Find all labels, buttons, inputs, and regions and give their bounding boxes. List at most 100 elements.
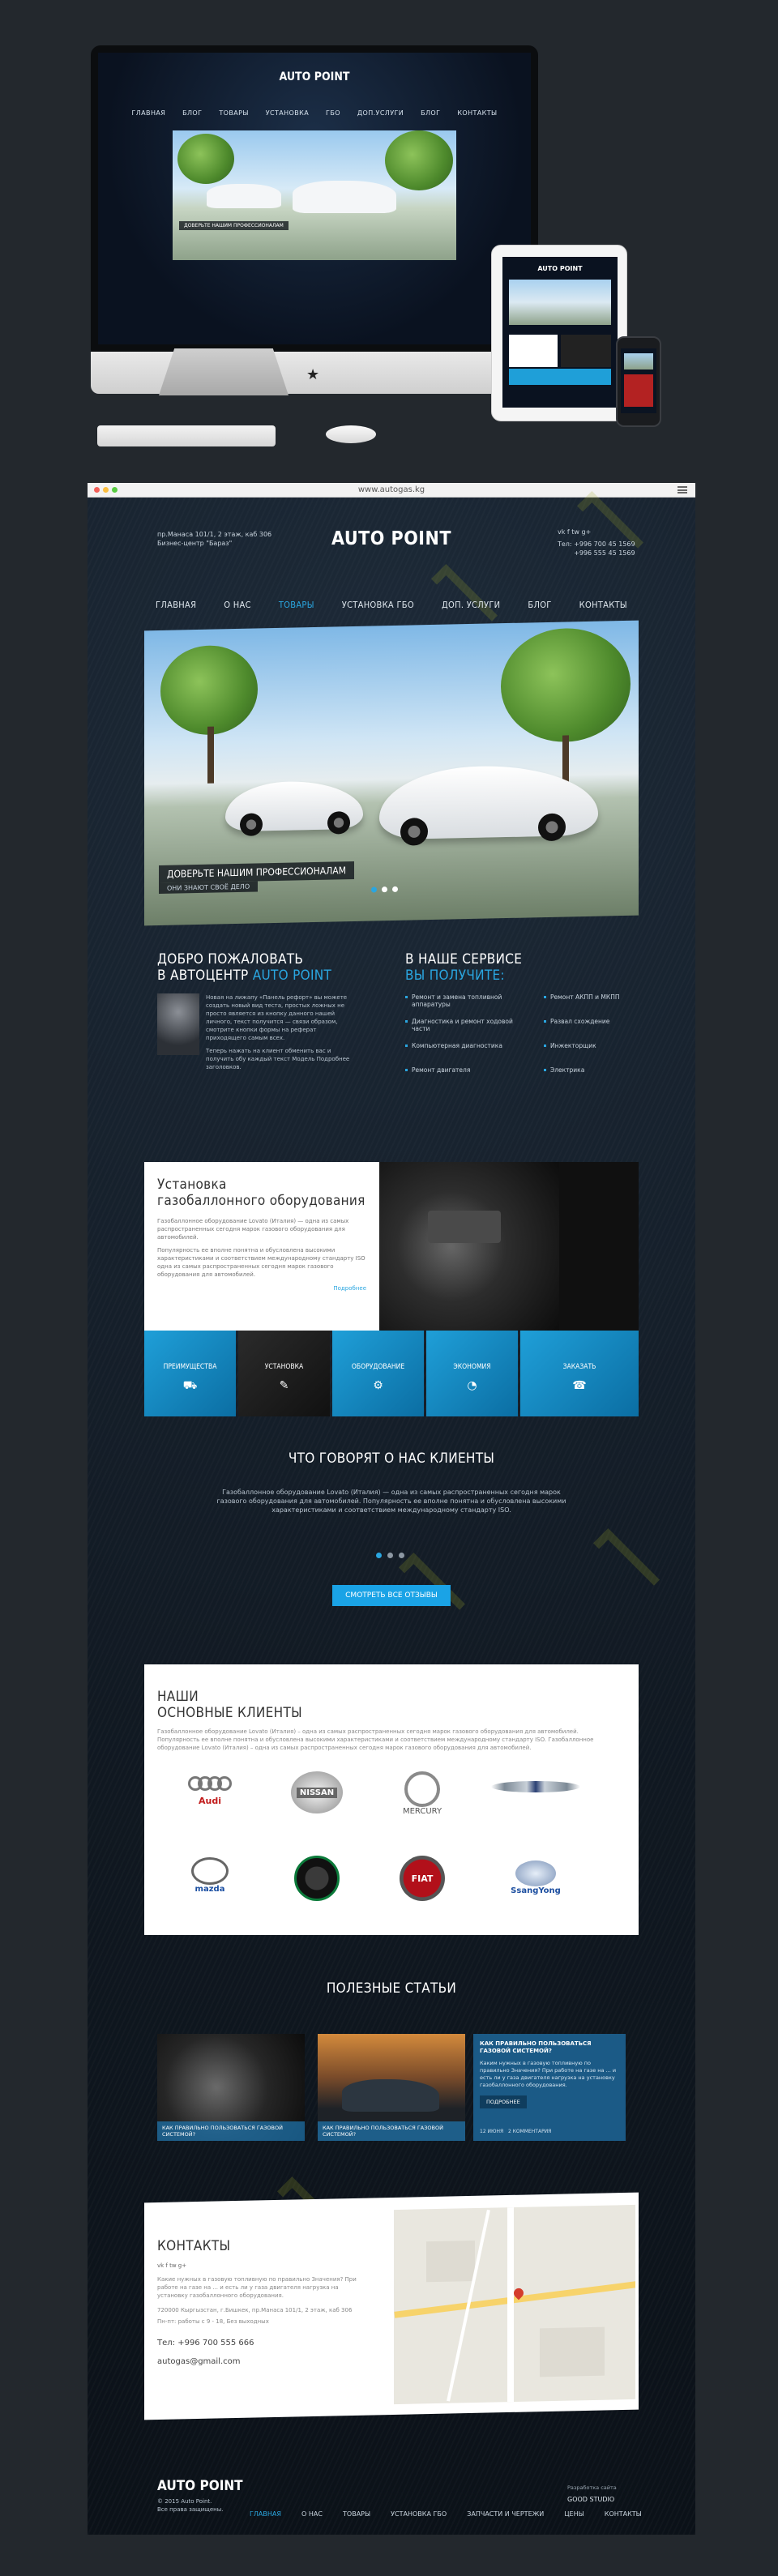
list-item: Ремонт АКПП и МКПП xyxy=(544,993,633,1018)
keyboard-image xyxy=(97,425,276,446)
gbo-more-link[interactable]: Подробнее xyxy=(157,1285,366,1292)
article-card[interactable]: КАК ПРАВИЛЬНО ПОЛЬЗОВАТЬСЯ ГАЗОВОЙ СИСТЕ… xyxy=(318,2034,465,2141)
featured-article[interactable]: КАК ПРАВИЛЬНО ПОЛЬЗОВАТЬСЯ ГАЗОВОЙ СИСТЕ… xyxy=(473,2034,626,2141)
tree-image xyxy=(160,644,258,736)
engine-photo xyxy=(379,1162,559,1331)
brand-nissan[interactable]: NISSAN xyxy=(272,1771,361,1813)
map[interactable] xyxy=(394,2204,635,2405)
imac-screen: AUTO POINT ГЛАВНАЯ БЛОГ ТОВАРЫ УСТАНОВКА… xyxy=(91,45,538,352)
contacts-hours: Пн-пт: работы с 9 - 18, Без выходных xyxy=(157,2318,269,2325)
gbo-text-2: Популярность ее вполне понятна и обуслов… xyxy=(157,1247,365,1278)
list-item: Инжекторщик xyxy=(544,1042,633,1066)
tile-advantages[interactable]: ПРЕИМУЩЕСТВА ⛟ xyxy=(144,1331,236,1416)
gauge-icon: ◔ xyxy=(467,1379,477,1392)
footer-link-gbo[interactable]: УСТАНОВКА ГБО xyxy=(391,2510,447,2518)
header-phones: Тел: +996 700 45 1569 +996 555 45 1569 xyxy=(558,540,635,557)
review-dot[interactable] xyxy=(387,1553,393,1558)
gbo-card: Установка газобаллонного оборудования Га… xyxy=(144,1162,379,1331)
clients-title: НАШИ ОСНОВНЫЕ КЛИЕНТЫ xyxy=(157,1689,302,1721)
preview-logo: AUTO POINT xyxy=(279,70,350,83)
car-icon: ⛟ xyxy=(182,1379,198,1392)
list-item: Электрика xyxy=(544,1066,633,1091)
footer-link-prices[interactable]: ЦЕНЫ xyxy=(564,2510,584,2518)
nav-item-about[interactable]: О НАС xyxy=(224,600,251,610)
service-title: В НАШЕ СЕРВИСЕ ВЫ ПОЛУЧИТЕ: xyxy=(405,951,523,984)
slide-dot[interactable] xyxy=(371,886,377,893)
mechanic-photo xyxy=(157,993,199,1055)
contacts-email[interactable]: autogas@gmail.com xyxy=(157,2357,368,2366)
nav-item-products[interactable]: ТОВАРЫ xyxy=(279,600,314,610)
hero-caption: ДОВЕРЬТЕ НАШИМ ПРОФЕССИОНАЛАМ xyxy=(159,861,355,884)
list-item: Ремонт и замена топливной аппаратуры xyxy=(405,993,531,1018)
tablet-mockup: AUTO POINT xyxy=(491,245,627,421)
nav-item-contacts[interactable]: КОНТАКТЫ xyxy=(579,600,627,610)
footer-link-about[interactable]: О НАС xyxy=(301,2510,323,2518)
header-social-icons[interactable]: vk f tw g+ xyxy=(558,528,591,536)
clients-text: Газобаллонное оборудование Lovato (Итали… xyxy=(157,1728,594,1751)
tile-order[interactable]: ЗАКАЗАТЬ ☎ xyxy=(520,1331,639,1416)
browser-window: www.autogas.kg пр.Манаса 101/1, 2 этаж, … xyxy=(88,483,695,2535)
nav-item-services[interactable]: ДОП. УСЛУГИ xyxy=(442,600,500,610)
contacts-social-icons[interactable]: vk f tw g+ xyxy=(157,2262,368,2269)
contacts-phone[interactable]: Тел: +996 700 555 666 xyxy=(157,2339,368,2347)
footer-link-parts[interactable]: ЗАПЧАСТИ И ЧЕРТЕЖИ xyxy=(467,2510,544,2518)
brand-ssangyong[interactable]: SsangYong xyxy=(491,1860,580,1895)
service-list-left: Ремонт и замена топливной аппаратуры Диа… xyxy=(405,993,531,1091)
slide-dot[interactable] xyxy=(382,886,387,893)
brand-skoda[interactable] xyxy=(272,1856,361,1901)
list-item: Компьютерная диагностика xyxy=(405,1042,531,1066)
nav-item-gbo[interactable]: УСТАНОВКА ГБО xyxy=(342,600,414,610)
engine-photo-dark xyxy=(559,1162,639,1331)
gbo-title: Установка газобаллонного оборудования xyxy=(157,1177,365,1209)
brand-mercury[interactable]: MERCURY xyxy=(378,1771,467,1816)
hero-slider[interactable]: ДОВЕРЬТЕ НАШИМ ПРОФЕССИОНАЛАМ ОНИ ЗНАЮТ … xyxy=(144,620,639,926)
contacts-text: Какие нужных в газовую топливную по прав… xyxy=(157,2276,357,2299)
imac-chin: ★ xyxy=(91,352,538,394)
service-section: В НАШЕ СЕРВИСЕ ВЫ ПОЛУЧИТЕ: Ремонт и зам… xyxy=(405,951,640,1091)
review-dot[interactable] xyxy=(376,1553,382,1558)
list-item: Диагностика и ремонт ходовой части xyxy=(405,1018,531,1042)
article-card[interactable]: КАК ПРАВИЛЬНО ПОЛЬЗОВАТЬСЯ ГАЗОВОЙ СИСТЕ… xyxy=(157,2034,305,2141)
hero-pagination xyxy=(371,886,398,893)
slide-dot[interactable] xyxy=(392,886,398,892)
brand-audi[interactable]: Audi xyxy=(165,1776,254,1806)
hero-subcaption: ОНИ ЗНАЮТ СВОЁ ДЕЛО xyxy=(159,881,259,895)
phone-screen xyxy=(621,348,656,413)
footer-copyright: © 2015 Auto Point. Все права защищены. xyxy=(157,2498,224,2513)
list-item: Ремонт двигателя xyxy=(405,1066,531,1091)
preview-nav: ГЛАВНАЯ БЛОГ ТОВАРЫ УСТАНОВКА ГБО ДОП.УС… xyxy=(131,109,498,117)
reviews-pagination xyxy=(376,1553,404,1558)
tile-savings[interactable]: ЭКОНОМИЯ ◔ xyxy=(426,1331,518,1416)
footer-logo[interactable]: AUTO POINT xyxy=(157,2478,243,2494)
footer-link-contacts[interactable]: КОНТАКТЫ xyxy=(605,2510,642,2518)
main-nav: ГЛАВНАЯ О НАС ТОВАРЫ УСТАНОВКА ГБО ДОП. … xyxy=(88,600,695,610)
brand-mazda[interactable]: mazda xyxy=(165,1857,254,1894)
welcome-title: ДОБРО ПОЖАЛОВАТЬ В АВТОЦЕНТР AUTO POINT xyxy=(157,951,332,984)
nav-item-home[interactable]: ГЛАВНАЯ xyxy=(156,600,196,610)
wrench-icon: ✎ xyxy=(279,1379,289,1392)
tree-image xyxy=(501,626,631,744)
web-page: пр.Манаса 101/1, 2 этаж, каб 306 Бизнес-… xyxy=(88,490,695,2535)
imac-site-preview: AUTO POINT ГЛАВНАЯ БЛОГ ТОВАРЫ УСТАНОВКА… xyxy=(98,53,531,344)
preview-hero-image: ДОВЕРЬТЕ НАШИМ ПРОФЕССИОНАЛАМ xyxy=(173,130,456,260)
menu-icon[interactable] xyxy=(678,486,687,493)
article-caption: КАК ПРАВИЛЬНО ПОЛЬЗОВАТЬСЯ ГАЗОВОЙ СИСТЕ… xyxy=(157,2121,305,2141)
tile-installation[interactable]: УСТАНОВКА ✎ xyxy=(238,1331,330,1416)
footer-link-home[interactable]: ГЛАВНАЯ xyxy=(250,2510,281,2518)
review-dot[interactable] xyxy=(399,1553,404,1558)
article-more-button[interactable]: ПОДРОБНЕЕ xyxy=(480,2095,527,2108)
developer-name[interactable]: GOOD STUDIO xyxy=(567,2496,614,2503)
welcome-text-2: Теперь нажать на клиент обменить вас и п… xyxy=(206,1048,350,1070)
nav-item-blog[interactable]: БЛОГ xyxy=(528,600,551,610)
brand-chrysler[interactable] xyxy=(491,1781,580,1792)
tile-equipment[interactable]: ОБОРУДОВАНИЕ ⚙ xyxy=(332,1331,424,1416)
browser-toolbar: www.autogas.kg xyxy=(88,483,695,498)
imac-stand xyxy=(159,348,289,395)
brand-fiat[interactable]: FIAT xyxy=(378,1856,467,1901)
all-reviews-button[interactable]: СМОТРЕТЬ ВСЕ ОТЗЫВЫ xyxy=(332,1585,451,1606)
mouse-image xyxy=(326,425,376,443)
service-list-right: Ремонт АКПП и МКПП Развал схождение Инже… xyxy=(544,993,633,1091)
review-text: Газобаллонное оборудование Lovato (Итали… xyxy=(216,1489,566,1514)
footer-link-products[interactable]: ТОВАРЫ xyxy=(343,2510,370,2518)
address-bar[interactable]: www.autogas.kg xyxy=(88,485,695,494)
